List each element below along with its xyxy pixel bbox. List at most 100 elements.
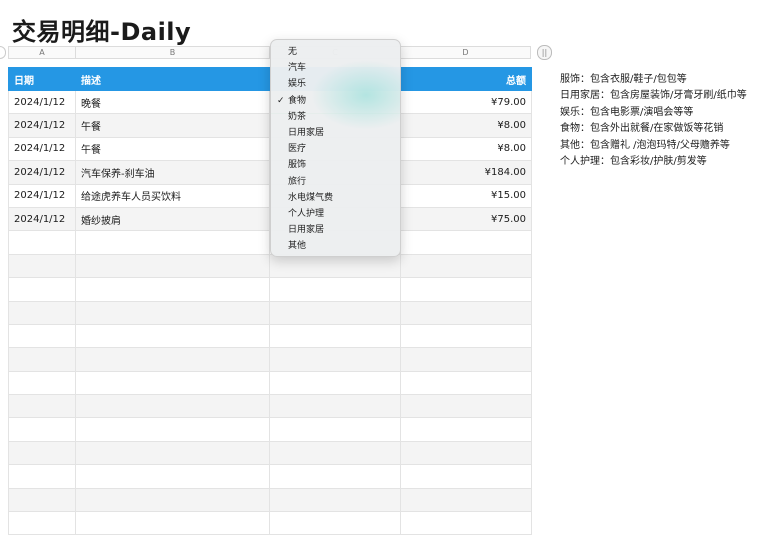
table-row-empty — [8, 277, 532, 302]
column-header-bar: A B C D — [0, 46, 531, 59]
dropdown-option[interactable]: 服饰 — [271, 157, 400, 173]
dropdown-option[interactable]: 娱乐 — [271, 76, 400, 92]
cell-empty[interactable] — [8, 347, 76, 372]
dropdown-option[interactable]: 其他 — [271, 238, 400, 254]
cell-desc[interactable]: 给途虎养车人员买饮料 — [75, 183, 270, 208]
cell-empty[interactable] — [269, 511, 401, 535]
cell-empty[interactable] — [400, 417, 532, 442]
cell-empty[interactable] — [269, 347, 401, 372]
dropdown-option[interactable]: 医疗 — [271, 141, 400, 157]
dropdown-option[interactable]: 无 — [271, 44, 400, 60]
cell-empty[interactable] — [400, 464, 532, 489]
cell-empty[interactable] — [75, 440, 270, 466]
cell-empty[interactable] — [75, 277, 270, 302]
cell-empty[interactable] — [75, 417, 270, 442]
column-d-header[interactable]: D — [400, 46, 531, 59]
cell-date[interactable]: 2024/1/12 — [8, 183, 76, 208]
category-notes: 服饰：包含衣服/鞋子/包包等 日用家居：包含房屋装饰/牙膏牙刷/纸巾等 娱乐：包… — [560, 72, 747, 170]
cell-empty[interactable] — [8, 464, 76, 489]
cell-empty[interactable] — [400, 440, 532, 466]
cell-total[interactable]: ¥79.00 — [400, 89, 532, 115]
column-b-header[interactable]: B — [75, 46, 270, 59]
cell-empty[interactable] — [400, 347, 532, 372]
cell-empty[interactable] — [75, 394, 270, 419]
cell-date[interactable]: 2024/1/12 — [8, 113, 76, 138]
table-row-empty — [8, 323, 532, 349]
cell-empty[interactable] — [400, 511, 532, 535]
cell-empty[interactable] — [8, 417, 76, 442]
cell-empty[interactable] — [269, 370, 401, 396]
cell-empty[interactable] — [400, 277, 532, 302]
cell-desc[interactable]: 婚纱披肩 — [75, 206, 270, 232]
cell-empty[interactable] — [269, 300, 401, 325]
cell-desc[interactable]: 午餐 — [75, 113, 270, 138]
cell-date[interactable]: 2024/1/12 — [8, 136, 76, 162]
table-row-empty — [8, 253, 532, 279]
dropdown-option[interactable]: ✓ 食物 — [271, 93, 400, 109]
cell-empty[interactable] — [75, 300, 270, 325]
sheet-title: 交易明细-Daily — [12, 18, 192, 46]
cell-total[interactable]: ¥184.00 — [400, 160, 532, 185]
cell-date[interactable]: 2024/1/12 — [8, 160, 76, 185]
dropdown-option[interactable]: 日用家居 — [271, 222, 400, 238]
cell-desc[interactable]: 晚餐 — [75, 89, 270, 115]
header-total[interactable]: 总额 — [400, 67, 532, 91]
cell-total[interactable]: ¥8.00 — [400, 113, 532, 138]
cell-empty[interactable] — [75, 347, 270, 372]
cell-empty[interactable] — [400, 323, 532, 349]
cell-empty[interactable] — [400, 253, 532, 279]
category-dropdown-menu: 无汽车 娱乐 ✓ 食物 奶茶 日用家居 医疗 服饰 旅行 水电煤气费 个人护理 日用家居 其他 — [270, 39, 401, 257]
cell-empty[interactable] — [75, 464, 270, 489]
cell-empty[interactable] — [75, 230, 270, 255]
note-line: 服饰：包含衣服/鞋子/包包等 — [560, 74, 687, 85]
cell-empty[interactable] — [75, 511, 270, 535]
dropdown-option[interactable]: 汽车 — [271, 60, 400, 76]
cell-desc[interactable]: 午餐 — [75, 136, 270, 162]
dropdown-option[interactable]: 奶茶 — [271, 109, 400, 125]
cell-empty[interactable] — [8, 300, 76, 325]
table-row-empty — [8, 394, 532, 419]
cell-empty[interactable] — [75, 323, 270, 349]
cell-empty[interactable] — [269, 440, 401, 466]
cell-empty[interactable] — [269, 277, 401, 302]
cell-empty[interactable] — [269, 394, 401, 419]
cell-empty[interactable] — [8, 230, 76, 255]
cell-empty[interactable] — [8, 370, 76, 396]
cell-empty[interactable] — [400, 230, 532, 255]
cell-date[interactable]: 2024/1/12 — [8, 206, 76, 232]
cell-desc[interactable]: 汽车保养-刹车油 — [75, 160, 270, 185]
cell-empty[interactable] — [400, 300, 532, 325]
cell-empty[interactable] — [8, 511, 76, 535]
cell-empty[interactable] — [8, 323, 76, 349]
cell-total[interactable]: ¥15.00 — [400, 183, 532, 208]
cell-empty[interactable] — [8, 253, 76, 279]
dropdown-option[interactable]: 日用家居 — [271, 125, 400, 141]
cell-empty[interactable] — [269, 253, 401, 279]
dropdown-option-label: 日用家居 — [288, 225, 325, 236]
cell-empty[interactable] — [8, 394, 76, 419]
dropdown-option-label: 其他 — [288, 241, 307, 252]
header-date[interactable]: 日期 — [8, 67, 76, 91]
cell-empty[interactable] — [269, 417, 401, 442]
cell-empty[interactable] — [400, 370, 532, 396]
cell-empty[interactable] — [75, 253, 270, 279]
cell-empty[interactable] — [8, 440, 76, 466]
header-description[interactable]: 描述 — [75, 67, 270, 91]
cell-total[interactable]: ¥8.00 — [400, 136, 532, 162]
cell-date[interactable]: 2024/1/12 — [8, 89, 76, 115]
dropdown-option-label: 个人护理 — [288, 208, 325, 219]
dropdown-option[interactable]: 水电煤气费 — [271, 190, 400, 206]
cell-empty[interactable] — [269, 323, 401, 349]
dropdown-option-label: 娱乐 — [288, 79, 307, 90]
cell-empty[interactable] — [400, 394, 532, 419]
dropdown-option[interactable]: 旅行 — [271, 174, 400, 190]
cell-total[interactable]: ¥75.00 — [400, 206, 532, 232]
cell-empty[interactable] — [269, 464, 401, 489]
dropdown-option-label: 医疗 — [288, 144, 307, 155]
table-resize-handle[interactable]: || — [537, 45, 552, 60]
row-gutter-handle[interactable] — [0, 46, 6, 59]
cell-empty[interactable] — [75, 370, 270, 396]
column-a-header[interactable]: A — [8, 46, 76, 59]
dropdown-option[interactable]: 个人护理 — [271, 206, 400, 222]
cell-empty[interactable] — [8, 277, 76, 302]
